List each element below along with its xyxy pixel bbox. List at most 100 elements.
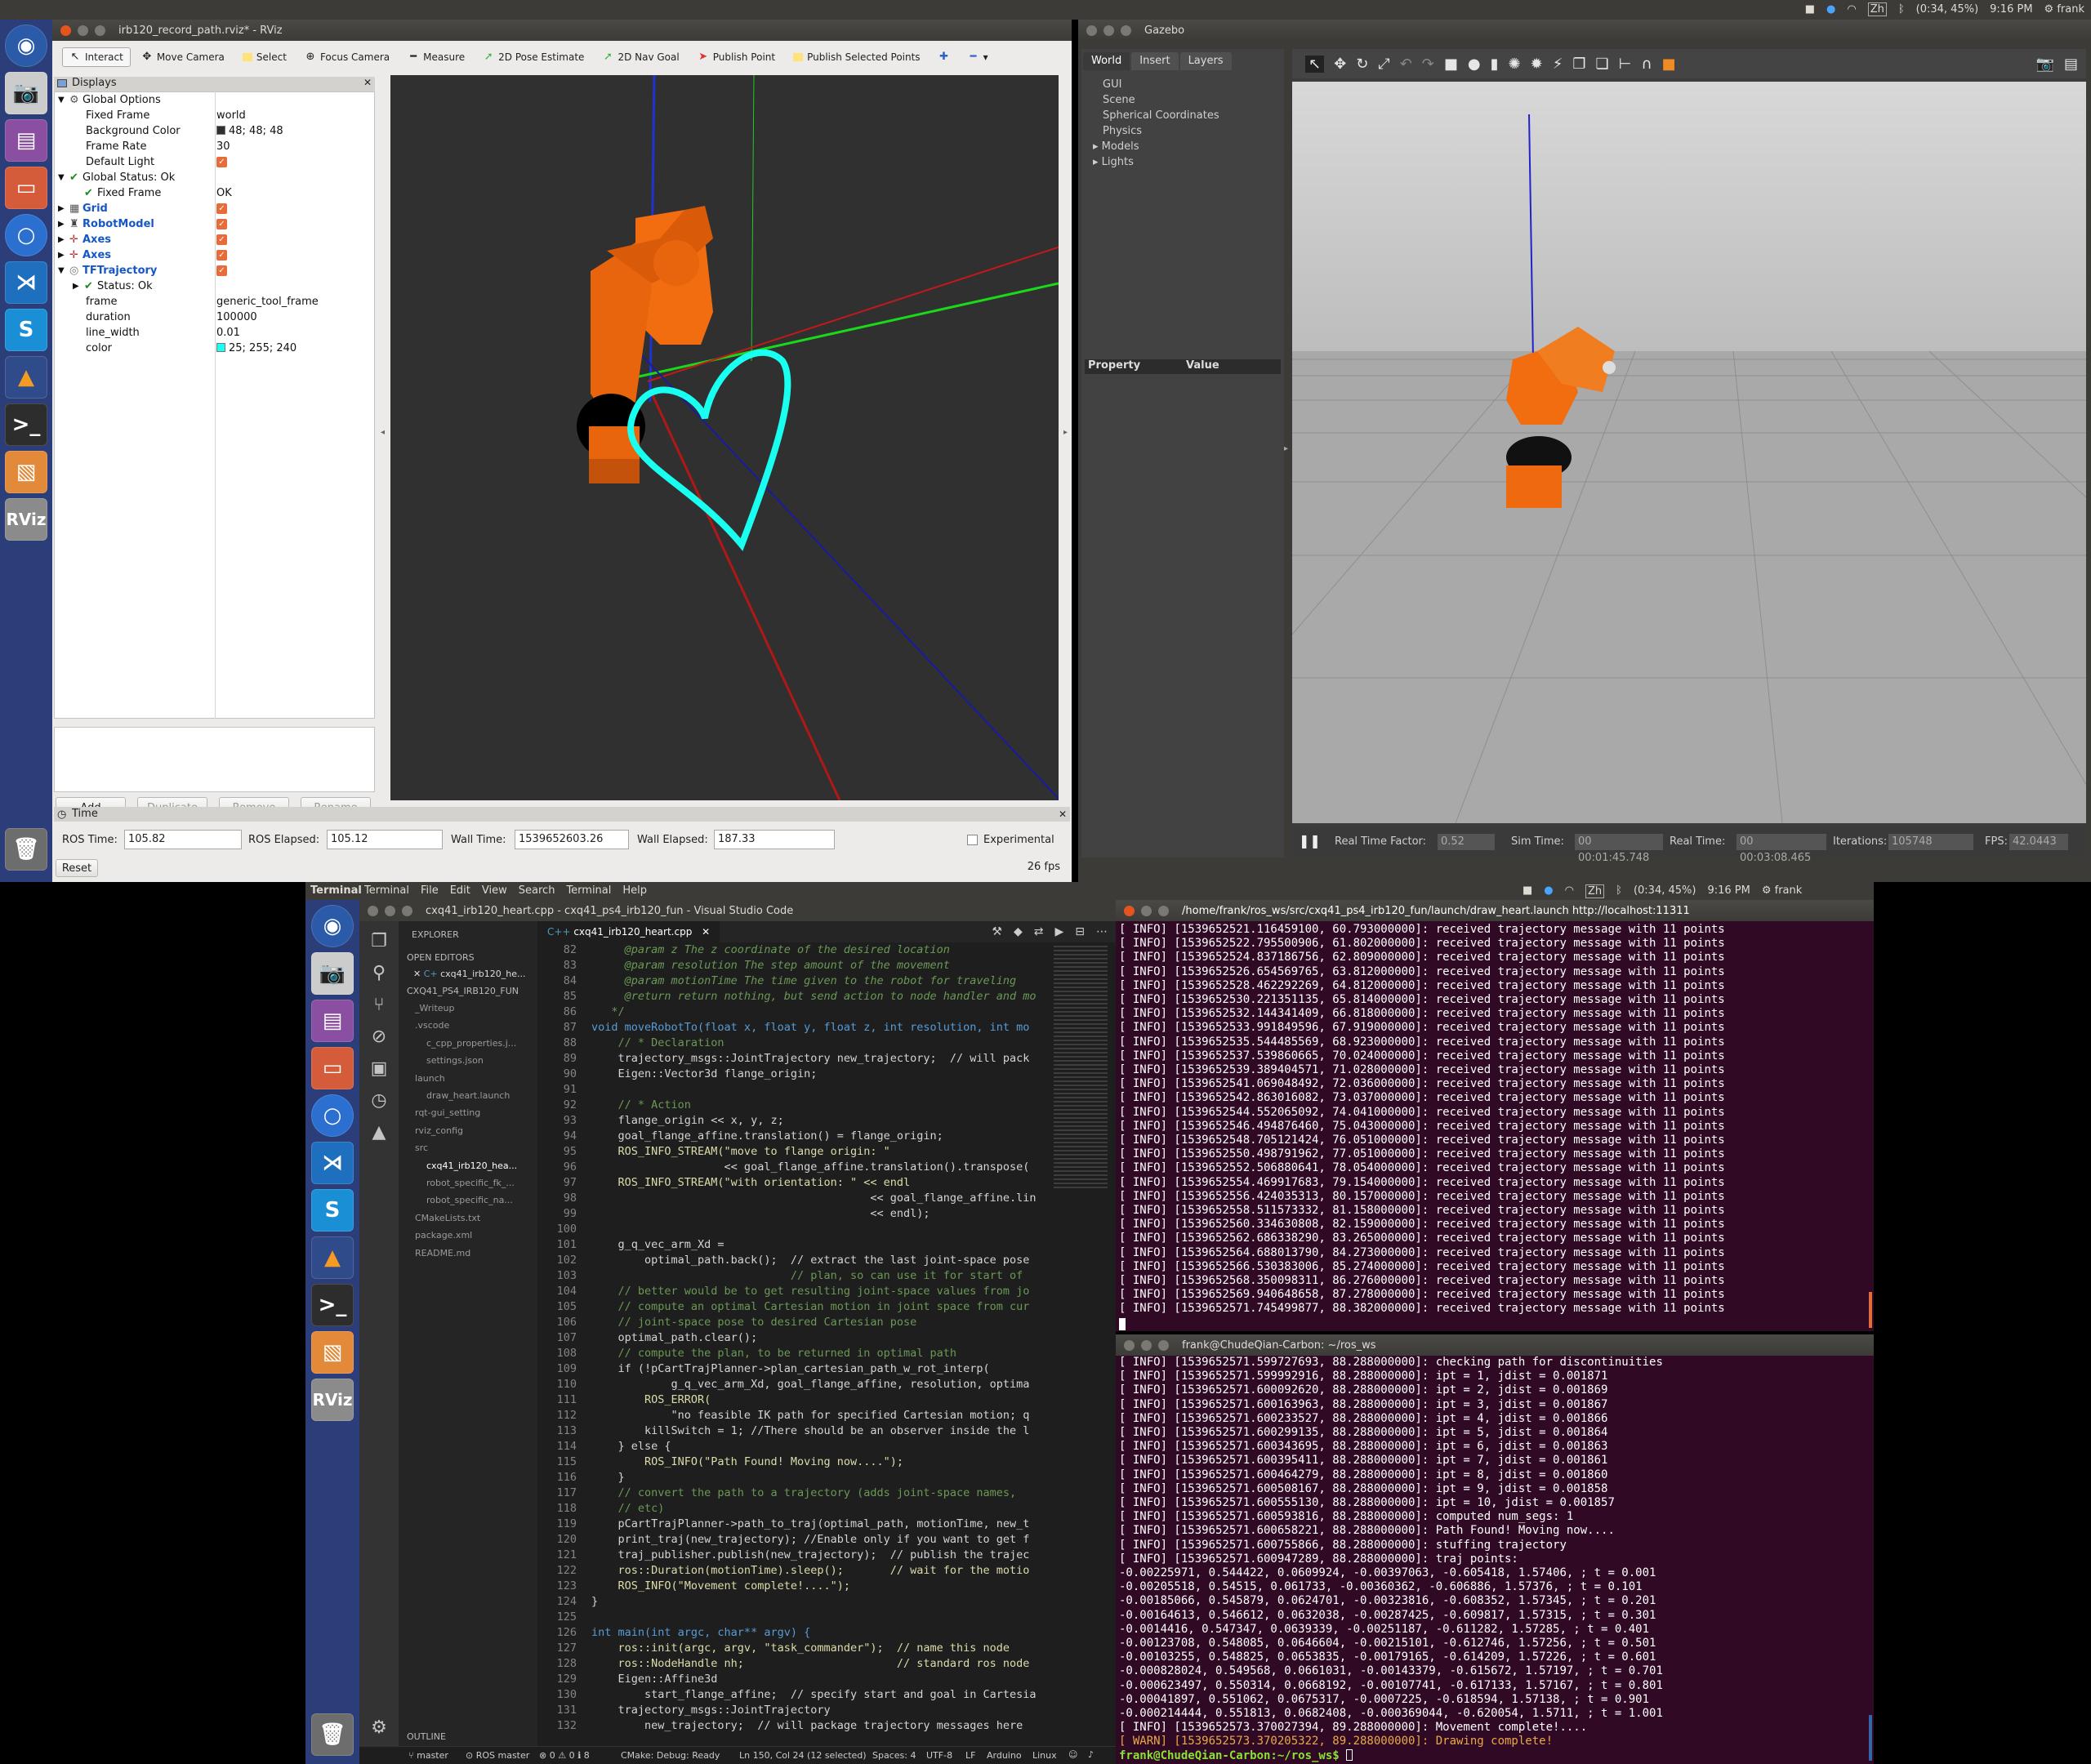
code-line[interactable]: 93 flange_origin << x, y, z; (537, 1113, 1116, 1129)
splitter-handle[interactable]: ▸ (1284, 444, 1288, 453)
diamond-icon[interactable]: ◆ (1014, 925, 1023, 938)
open-editors-header[interactable]: OPEN EDITORS (407, 949, 475, 966)
cmake-status[interactable]: CMake: Debug: Ready (621, 1750, 720, 1761)
maximize-button[interactable] (1121, 24, 1131, 36)
code-line[interactable]: 130 start_flange_affine; // specify star… (537, 1687, 1116, 1703)
enable-checkbox[interactable]: ✓ (216, 219, 227, 229)
code-line[interactable]: 98 << goal_flange_affine.lin (537, 1191, 1116, 1206)
display-value[interactable]: generic_tool_frame (216, 294, 319, 310)
dnd-icon[interactable]: ● (1826, 3, 1835, 16)
code-line[interactable]: 115 ROS_INFO("Path Found! Moving now....… (537, 1454, 1116, 1470)
file-tree-item[interactable]: launch (415, 1070, 445, 1087)
file-tree-item[interactable]: robot_specific_na... (426, 1192, 513, 1209)
ubuntu-dash-icon[interactable]: ◉ (311, 905, 354, 947)
gazebo-3d-canvas[interactable] (1292, 82, 2086, 823)
encoding[interactable]: UTF-8 (926, 1750, 952, 1761)
nav-goal-tool[interactable]: ➚ 2D Nav Goal (595, 47, 686, 67)
vscode-icon[interactable]: ⋊ (311, 1142, 354, 1184)
code-line[interactable]: 90 Eigen::Vector3d flange_origin; (537, 1067, 1116, 1082)
code-line[interactable]: 128 ros::NodeHandle nh; // standard ros … (537, 1656, 1116, 1672)
problems-status[interactable]: ⊗ 0 ⚠ 0 ℹ 8 (539, 1750, 590, 1761)
expander-icon[interactable]: ▶ (58, 247, 65, 263)
add-tool-button[interactable]: ✚ (931, 47, 957, 67)
display-value[interactable]: ✓ (216, 216, 227, 232)
ime-indicator[interactable]: Zh (1585, 884, 1605, 898)
trash-icon[interactable]: 🗑 (311, 1713, 354, 1756)
project-header[interactable]: CXQ41_PS4_IRB120_FUN (407, 982, 519, 1000)
scrollbar[interactable] (1869, 1715, 1872, 1761)
extensions-icon[interactable]: ▣ (371, 1058, 388, 1079)
code-line[interactable]: 125 (537, 1610, 1116, 1625)
enable-checkbox[interactable]: ✓ (216, 250, 227, 261)
rotate-icon[interactable]: ↻ (1356, 56, 1368, 73)
display-value[interactable]: ✓ (216, 263, 227, 278)
code-line[interactable]: 96 << goal_flange_affine.translation().t… (537, 1160, 1116, 1175)
tree-item-lights[interactable]: ▸ Lights (1093, 154, 1284, 170)
code-line[interactable]: 97 ROS_INFO_STREAM("with orientation: " … (537, 1175, 1116, 1191)
compare-icon[interactable]: ⇄ (1034, 925, 1044, 938)
wall-time-field[interactable]: 1539652603.26 (515, 830, 629, 849)
menu-edit[interactable]: Edit (450, 884, 470, 897)
minimize-button[interactable] (1103, 24, 1114, 36)
code-line[interactable]: 107 optimal_path.clear(); (537, 1330, 1116, 1346)
display-value[interactable]: ✓ (216, 201, 227, 216)
expander-icon[interactable]: ▶ (73, 278, 79, 294)
close-button[interactable] (60, 24, 71, 36)
code-line[interactable]: 114 } else { (537, 1439, 1116, 1454)
clock[interactable]: 9:16 PM (1990, 3, 2032, 16)
file-tree-item[interactable]: README.md (415, 1245, 470, 1262)
tab-world[interactable]: World (1083, 52, 1130, 70)
menu-help[interactable]: Help (622, 884, 647, 897)
sphere-icon[interactable]: ● (1468, 56, 1481, 73)
code-line[interactable]: 101 g_q_vec_arm_Xd = (537, 1237, 1116, 1253)
publish-selected-points-tool[interactable]: Publish Selected Points (786, 47, 927, 67)
expander-icon[interactable]: ▼ (58, 263, 65, 278)
undo-icon[interactable]: ↶ (1400, 56, 1412, 73)
expander-icon[interactable]: ▼ (58, 170, 65, 185)
terminal-output[interactable]: [ INFO] [1539652521.116459100, 60.793000… (1116, 923, 1874, 1331)
close-icon[interactable]: ✕ (702, 926, 710, 938)
code-line[interactable]: 86 */ (537, 1004, 1116, 1020)
file-tree-item[interactable]: _Writeup (415, 1000, 455, 1017)
sun-light-icon[interactable]: ✺ (1509, 56, 1521, 73)
code-line[interactable]: 99 << endl); (537, 1206, 1116, 1222)
rviz-app-icon[interactable]: RViz (5, 498, 47, 541)
file-tree-item[interactable]: src (415, 1139, 428, 1156)
menu-terminal-2[interactable]: Terminal (566, 884, 611, 897)
code-line[interactable]: 110 g_q_vec_arm_Xd, goal_flange_affine, … (537, 1377, 1116, 1392)
display-value[interactable]: 25; 255; 240 (216, 341, 296, 356)
remove-tool-button[interactable]: ━ ▾ (961, 47, 996, 67)
box-icon[interactable]: ■ (1444, 56, 1458, 73)
code-line[interactable]: 105 // compute an optimal Cartesian moti… (537, 1299, 1116, 1315)
maximize-button[interactable] (1158, 905, 1169, 916)
shell-prompt[interactable]: frank@ChudeQian-Carbon:~/ros_ws$ (1119, 1748, 1353, 1763)
paste-icon[interactable]: ❏ (1595, 56, 1608, 73)
code-line[interactable]: 117 // convert the path to a trajectory … (537, 1486, 1116, 1501)
close-button[interactable] (1124, 1339, 1135, 1351)
chromium-icon[interactable]: ○ (5, 214, 47, 256)
code-line[interactable]: 109 if (!pCartTrajPlanner->plan_cartesia… (537, 1361, 1116, 1377)
code-line[interactable]: 91 (537, 1082, 1116, 1098)
file-tree-item[interactable]: robot_specific_fk_... (426, 1174, 515, 1192)
display-value[interactable]: ✓ (216, 247, 227, 263)
enable-checkbox[interactable]: ✓ (216, 265, 227, 276)
maximize-button[interactable] (1158, 1339, 1169, 1351)
trash-icon[interactable]: 🗑 (5, 828, 47, 871)
screenshot-app-icon[interactable]: 📷 (311, 952, 354, 995)
code-line[interactable]: 126 int main(int argc, char** argv) { (537, 1625, 1116, 1641)
wifi-icon[interactable]: ◠ (1565, 884, 1574, 898)
expander-icon[interactable]: ▶ (58, 232, 65, 247)
rviz-scene[interactable] (390, 75, 1059, 800)
pose-estimate-tool[interactable]: ➚ 2D Pose Estimate (475, 47, 591, 67)
files-app-icon[interactable]: ▭ (5, 167, 47, 209)
close-icon[interactable]: ✕ (1059, 807, 1067, 822)
indentation[interactable]: Spaces: 4 (872, 1750, 916, 1761)
display-value[interactable]: 48; 48; 48 (216, 123, 283, 139)
package-app-icon[interactable]: ▧ (311, 1331, 354, 1374)
maximize-button[interactable] (95, 24, 105, 36)
display-value[interactable]: OK (216, 185, 232, 201)
code-line[interactable]: 84 @param motionTime The time given to t… (537, 973, 1116, 989)
log-icon[interactable]: ▤ (2064, 56, 2078, 73)
code-line[interactable]: 113 killSwitch = 1; //There should be an… (537, 1423, 1116, 1439)
code-line[interactable]: 94 goal_flange_affine.translation() = fl… (537, 1129, 1116, 1144)
